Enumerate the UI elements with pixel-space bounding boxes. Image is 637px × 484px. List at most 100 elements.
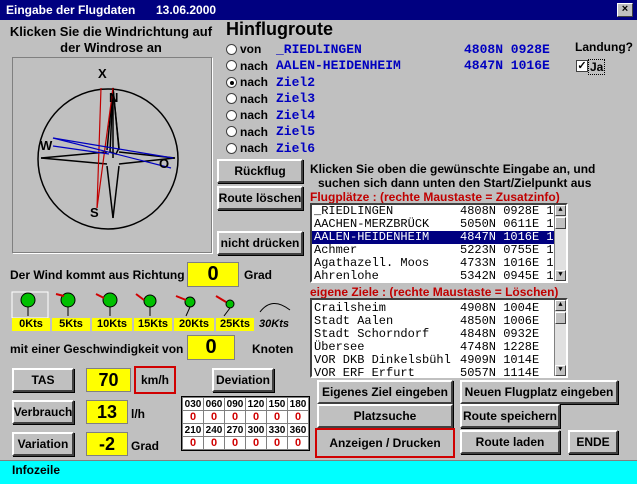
eigene-ziele-label: eigene Ziele : (rechte Maustaste = Lösch… xyxy=(310,285,559,299)
route-row[interactable]: nach Ziel2 xyxy=(226,74,566,90)
deviation-value[interactable]: 0 xyxy=(203,436,225,450)
deviation-value[interactable]: 0 xyxy=(266,436,288,450)
windrose-frame[interactable]: X N W O S xyxy=(12,57,212,253)
deviation-heading: 300 xyxy=(245,423,267,437)
route-row[interactable]: nach Ziel5 xyxy=(226,124,566,140)
variation-button[interactable]: Variation xyxy=(12,432,74,456)
scroll-down-icon[interactable]: ▼ xyxy=(555,365,566,376)
tas-value[interactable]: 70 xyxy=(86,368,131,392)
route-kind: nach xyxy=(240,141,269,155)
deviation-value[interactable]: 0 xyxy=(287,410,309,424)
flugplaetze-label: Flugplätze : (rechte Maustaste = Zusatzi… xyxy=(310,190,560,204)
route-point-name[interactable]: Ziel6 xyxy=(276,141,315,156)
anzeigen-drucken-button[interactable]: Anzeigen / Drucken xyxy=(315,428,455,458)
windrose-label-x: X xyxy=(98,66,107,81)
nicht-druecken-button[interactable]: nicht drücken xyxy=(217,231,303,255)
route-radio[interactable] xyxy=(226,93,237,104)
scroll-thumb[interactable] xyxy=(555,217,566,229)
neuer-flugplatz-button[interactable]: Neuen Flugplatz eingeben xyxy=(460,380,618,404)
tas-button[interactable]: TAS xyxy=(12,368,74,392)
route-point-name[interactable]: Ziel4 xyxy=(276,108,315,123)
deviation-heading: 120 xyxy=(245,397,267,411)
deviation-value[interactable]: 0 xyxy=(182,436,204,450)
wind-scale-20[interactable]: 20Kts xyxy=(174,318,214,331)
deviation-table[interactable]: 030 060 090 120 150 180 000000 210 240 270 300 33… xyxy=(181,396,310,451)
windrose-compass[interactable]: X N W O S xyxy=(13,58,213,254)
eigene-ziele-scrollbar[interactable]: ▲ ▼ xyxy=(554,300,566,376)
kmh-button[interactable]: km/h xyxy=(134,366,176,394)
wind-speed-unit: Knoten xyxy=(252,342,294,356)
route-loeschen-button[interactable]: Route löschen xyxy=(217,186,303,210)
wind-scale-10[interactable]: 10Kts xyxy=(92,318,132,331)
deviation-heading: 180 xyxy=(287,397,309,411)
route-point-name[interactable]: _RIEDLINGEN xyxy=(276,42,362,57)
route-point-name[interactable]: Ziel5 xyxy=(276,124,315,139)
deviation-value[interactable]: 0 xyxy=(287,436,309,450)
verbrauch-button[interactable]: Verbrauch xyxy=(12,400,74,424)
wind-scale-15[interactable]: 15Kts xyxy=(134,318,172,331)
route-row[interactable]: nach AALEN-HEIDENHEIM 4847N 1016E xyxy=(226,58,566,74)
rueckflug-button[interactable]: Rückflug xyxy=(217,159,303,183)
ende-button[interactable]: ENDE xyxy=(568,430,618,454)
deviation-value[interactable]: 0 xyxy=(203,410,225,424)
route-radio[interactable] xyxy=(226,142,237,154)
platzsuche-button[interactable]: Platzsuche xyxy=(317,404,453,428)
route-point-name[interactable]: Ziel2 xyxy=(276,75,315,90)
route-kind: nach xyxy=(240,91,269,106)
target-name: VOR DKB Dinkelsbühl xyxy=(314,353,451,367)
list-item[interactable]: VOR ERF Erfurt 5057N 1114E xyxy=(312,367,566,377)
airfield-name: AALEN-HEIDENHEIM xyxy=(314,230,430,244)
wind-scale-30[interactable]: 30Kts xyxy=(256,318,292,331)
route-row[interactable]: nach Ziel3 xyxy=(226,91,566,107)
route-point-name[interactable]: Ziel3 xyxy=(276,91,315,106)
route-radio[interactable] xyxy=(226,76,237,88)
deviation-value[interactable]: 0 xyxy=(245,436,267,450)
deviation-value[interactable]: 0 xyxy=(245,410,267,424)
deviation-heading: 150 xyxy=(266,397,288,411)
scroll-thumb[interactable] xyxy=(555,312,566,324)
scroll-down-icon[interactable]: ▼ xyxy=(555,270,566,281)
windrose-label-n: N xyxy=(109,90,118,105)
close-button[interactable]: × xyxy=(617,3,633,17)
route-row[interactable]: von _RIEDLINGEN 4808N 0928E xyxy=(226,41,566,57)
airfield-name: _RIEDLINGEN xyxy=(314,204,394,218)
wind-speed-value[interactable]: 0 xyxy=(187,335,235,360)
route-point-coord: 4808N 0928E xyxy=(464,41,550,57)
route-point-name[interactable]: AALEN-HEIDENHEIM xyxy=(276,58,401,73)
flugplaetze-list[interactable]: _RIEDLINGEN 4808N 0928E 1 AACHEN-MERZBRÜCK… xyxy=(310,203,568,283)
eigene-ziele-list[interactable]: Crailsheim 4908N 1004E Stadt Aalen 4850N 10… xyxy=(310,298,568,378)
eigenes-ziel-button[interactable]: Eigenes Ziel eingeben xyxy=(317,380,453,404)
route-radio[interactable] xyxy=(226,126,237,137)
route-laden-button[interactable]: Route laden xyxy=(460,430,560,454)
wind-scale-0[interactable]: 0Kts xyxy=(12,318,50,331)
list-item[interactable]: Ahrenlohe 5342N 0945E 1 xyxy=(312,269,566,283)
route-kind: nach xyxy=(240,124,269,139)
variation-value[interactable]: -2 xyxy=(86,432,128,456)
route-row[interactable]: nach Ziel4 xyxy=(226,107,566,123)
wind-direction-value[interactable]: 0 xyxy=(187,262,239,287)
deviation-value[interactable]: 0 xyxy=(224,410,246,424)
route-radio[interactable] xyxy=(226,60,237,71)
route-kind: nach xyxy=(240,58,269,73)
deviation-value[interactable]: 0 xyxy=(266,410,288,424)
route-row[interactable]: nach Ziel6 xyxy=(226,140,566,156)
target-name: Stadt Aalen xyxy=(314,314,394,328)
scroll-up-icon[interactable]: ▲ xyxy=(555,205,566,216)
verbrauch-value[interactable]: 13 xyxy=(86,400,128,424)
deviation-heading: 060 xyxy=(203,397,225,411)
route-speichern-button[interactable]: Route speichern xyxy=(460,404,560,428)
deviation-value[interactable]: 0 xyxy=(182,410,204,424)
route-radio[interactable] xyxy=(226,109,237,121)
airfield-coord: 5342N 0945E 1 xyxy=(460,269,554,283)
landing-checkbox[interactable]: ✓ xyxy=(576,60,588,72)
deviation-value[interactable]: 0 xyxy=(224,436,246,450)
scroll-up-icon[interactable]: ▲ xyxy=(555,300,566,311)
route-radio[interactable] xyxy=(226,43,237,55)
flugplaetze-scrollbar[interactable]: ▲ ▼ xyxy=(554,205,566,281)
airfield-name: Achmer xyxy=(314,243,358,257)
deviation-button[interactable]: Deviation xyxy=(212,368,274,392)
wind-scale-illustration[interactable] xyxy=(10,290,295,318)
route-heading: Hinflugroute xyxy=(226,19,333,39)
wind-scale-25[interactable]: 25Kts xyxy=(216,318,254,331)
wind-scale-5[interactable]: 5Kts xyxy=(52,318,90,331)
